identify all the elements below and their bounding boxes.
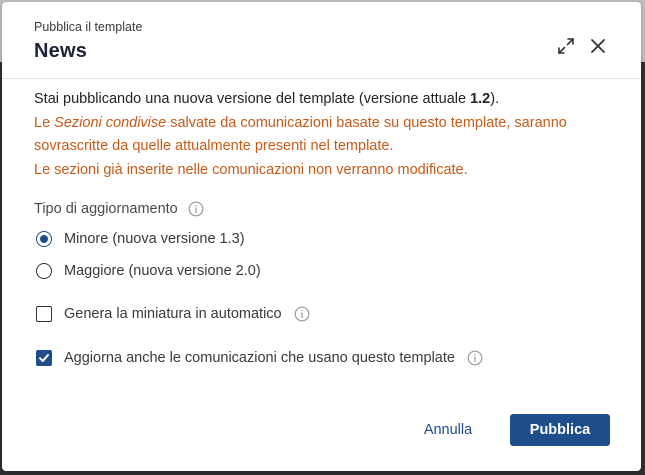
publish-template-dialog: Pubblica il template News Stai pubblican…	[2, 2, 641, 471]
radio-major-label: Maggiore (nuova versione 2.0)	[64, 263, 261, 279]
dialog-subtitle: Pubblica il template	[34, 20, 143, 34]
expand-icon[interactable]	[555, 35, 577, 57]
current-version: 1.2	[470, 91, 491, 107]
dialog-message: Stai pubblicando una nuova versione del …	[34, 88, 614, 182]
radio-major-version[interactable]: Maggiore (nuova versione 2.0)	[36, 263, 261, 279]
update-type-label-text: Tipo di aggiornamento	[34, 201, 178, 217]
checkbox-checked[interactable]	[36, 350, 52, 366]
version-info-suffix: ).	[490, 91, 500, 107]
version-info-prefix: Stai pubblicando una nuova versione del …	[34, 91, 471, 107]
warning-line-3: Le sezioni già inserite nelle comunicazi…	[34, 161, 468, 178]
update-comms-label: Aggiorna anche le comunicazioni che usan…	[64, 350, 455, 366]
dialog-header: Pubblica il template News	[2, 2, 641, 79]
thumbnail-label: Genera la miniatura in automatico	[64, 306, 282, 322]
publish-button[interactable]: Pubblica	[510, 414, 610, 446]
radio-button[interactable]	[36, 263, 52, 279]
checkbox-generate-thumbnail[interactable]: Genera la miniatura in automatico	[36, 306, 310, 322]
checkmark-icon	[39, 354, 49, 362]
warning-prefix: Le	[34, 114, 55, 131]
radio-button-selected[interactable]	[36, 231, 52, 247]
radio-minor-version[interactable]: Minore (nuova versione 1.3)	[36, 231, 245, 247]
radio-minor-label: Minore (nuova versione 1.3)	[64, 231, 245, 247]
checkbox-unchecked[interactable]	[36, 306, 52, 322]
info-icon[interactable]	[294, 306, 310, 322]
radio-dot	[40, 235, 48, 243]
shared-sections-emphasis: Sezioni condivise	[54, 114, 167, 131]
warning-line-1-rest: salvate da comunicazioni basate su quest…	[166, 114, 567, 131]
dialog-title: News	[34, 40, 88, 62]
info-icon[interactable]	[467, 350, 483, 366]
cancel-button[interactable]: Annulla	[416, 414, 480, 446]
close-icon[interactable]	[587, 35, 609, 57]
version-info-line: Stai pubblicando una nuova versione del …	[34, 88, 614, 112]
checkbox-update-communications[interactable]: Aggiorna anche le comunicazioni che usan…	[36, 350, 483, 366]
warning-line-2: sovrascritte da quelle attualmente prese…	[34, 138, 394, 154]
update-type-label: Tipo di aggiornamento	[34, 201, 204, 217]
warning-line-1: Le Sezioni condivise salvate da comunica…	[34, 112, 614, 136]
info-icon[interactable]	[188, 201, 204, 217]
